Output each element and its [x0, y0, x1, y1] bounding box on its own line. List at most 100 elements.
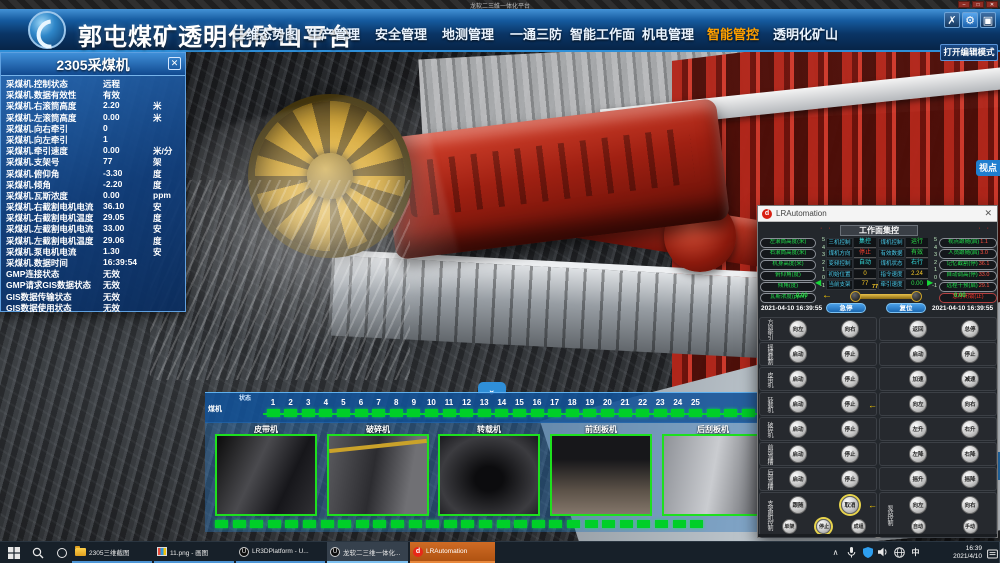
meter-button[interactable]: 左滚筒高度(米): [760, 238, 816, 248]
control-button[interactable]: 向右: [841, 320, 859, 338]
camera-thumbnail-5[interactable]: [662, 434, 764, 516]
control-button[interactable]: 右升: [961, 420, 979, 438]
close-button[interactable]: ✕: [986, 1, 998, 8]
lra-titlebar[interactable]: d LRAutomation ✕: [758, 206, 997, 222]
control-button[interactable]: 摇升: [909, 470, 927, 488]
control-button[interactable]: 停止: [841, 445, 859, 463]
scale-tick: 2: [817, 260, 825, 268]
cortana-icon[interactable]: [52, 545, 72, 561]
nav-item-3[interactable]: 安全管理: [375, 24, 427, 43]
control-button[interactable]: 启动: [909, 345, 927, 363]
ime-indicator[interactable]: 中: [909, 547, 922, 559]
control-button[interactable]: 加速: [909, 370, 927, 388]
control-button[interactable]: 自动: [911, 519, 926, 534]
control-button[interactable]: 停止: [841, 420, 859, 438]
action-center-icon[interactable]: [987, 547, 998, 563]
status-dash: [514, 520, 527, 528]
control-button[interactable]: 左升: [909, 420, 927, 438]
taskbar-app-4[interactable]: U龙软二三维一体化...: [327, 542, 408, 563]
nav-item-1[interactable]: 三维态势图: [233, 24, 298, 43]
meter-button[interactable]: 机身高度(米): [760, 260, 816, 270]
open-edit-mode-button[interactable]: 打开编辑模式: [940, 44, 998, 61]
control-button[interactable]: 启动: [789, 345, 807, 363]
control-button[interactable]: 启动: [789, 395, 807, 413]
nav-item-6[interactable]: 智能工作面: [570, 24, 635, 43]
nav-item-2[interactable]: 生产管理: [308, 24, 360, 43]
taskbar-app-1[interactable]: 2305三维截图: [72, 542, 152, 563]
control-button[interactable]: 单架: [782, 519, 797, 534]
control-button[interactable]: 启动: [789, 420, 807, 438]
control-button[interactable]: 减速: [961, 370, 979, 388]
panel-close-icon[interactable]: ✕: [168, 57, 181, 70]
control-button[interactable]: 启动: [789, 470, 807, 488]
meter-button[interactable]: 记忆截割(停)36.1: [939, 260, 997, 270]
reset-button[interactable]: 复位: [886, 303, 926, 313]
control-button[interactable]: 停止: [841, 345, 859, 363]
control-group: 支架跟机控制跟随取消单架停止成组: [759, 492, 877, 538]
start-button[interactable]: [4, 545, 24, 561]
control-button[interactable]: 停止: [841, 395, 859, 413]
control-button[interactable]: 启动: [789, 445, 807, 463]
control-button[interactable]: 停止: [961, 345, 979, 363]
meter-button[interactable]: 急停闭锁(止): [939, 293, 997, 303]
nav-item-9[interactable]: 透明化矿山: [773, 24, 838, 43]
meter-button[interactable]: 视点跟随(启)1.1: [939, 238, 997, 248]
tools-icon[interactable]: ✗: [944, 12, 960, 28]
status-dash: [461, 520, 474, 528]
taskbar-clock[interactable]: 16:39 2021/4/10: [953, 545, 982, 561]
estop-button[interactable]: 急停: [826, 303, 866, 313]
status-dash: [673, 520, 686, 528]
control-button[interactable]: 停止: [841, 470, 859, 488]
camera-thumbnail-2[interactable]: [327, 434, 429, 516]
taskbar-app-3[interactable]: ULR3DPlatform - U...: [236, 542, 325, 563]
taskbar-app-5[interactable]: dLRAutomation: [410, 542, 495, 563]
control-button[interactable]: 向右: [961, 496, 979, 514]
tray-expand-icon[interactable]: ∧: [829, 547, 842, 559]
security-shield-icon[interactable]: [861, 547, 874, 559]
control-button[interactable]: 停止: [841, 370, 859, 388]
control-button[interactable]: 手动: [963, 519, 978, 534]
control-button[interactable]: 返回: [909, 320, 927, 338]
meter-button[interactable]: 倾角(度): [760, 282, 816, 292]
meter-button[interactable]: 右滚筒高度(米): [760, 249, 816, 259]
fit-view-icon[interactable]: ▣: [980, 12, 996, 28]
control-button[interactable]: 停止: [816, 519, 831, 534]
meter-button[interactable]: 人员跟随(启)3.0: [939, 249, 997, 259]
telemetry-value: 远程: [103, 78, 120, 90]
control-button[interactable]: 摇降: [961, 470, 979, 488]
control-button[interactable]: 向左: [909, 395, 927, 413]
control-button[interactable]: 启动: [789, 370, 807, 388]
minimize-button[interactable]: –: [958, 1, 970, 8]
camera-thumbnail-1[interactable]: [215, 434, 317, 516]
camera-thumbnail-4[interactable]: [550, 434, 652, 516]
nav-item-5[interactable]: 一通三防: [510, 24, 562, 43]
search-icon[interactable]: [28, 545, 48, 561]
speaker-icon[interactable]: [877, 547, 890, 559]
control-button[interactable]: 左降: [909, 445, 927, 463]
meter-button[interactable]: 俯仰角(度): [760, 271, 816, 281]
meter-button[interactable]: 自动调高(停)33.0: [939, 271, 997, 281]
taskbar-app-2[interactable]: 11.png - 画图: [154, 542, 234, 563]
control-button[interactable]: 向左: [909, 496, 927, 514]
control-button[interactable]: 取消: [841, 496, 859, 514]
lra-close-icon[interactable]: ✕: [984, 208, 992, 219]
camera-thumbnail-3[interactable]: [438, 434, 540, 516]
microphone-icon[interactable]: [845, 547, 858, 559]
maximize-button[interactable]: □: [972, 1, 984, 8]
meter-button[interactable]: 远程干预(启)29.1: [939, 282, 997, 292]
nav-item-4[interactable]: 地测管理: [442, 24, 494, 43]
nav-item-7[interactable]: 机电管理: [642, 24, 694, 43]
nav-item-8[interactable]: 智能管控: [707, 24, 759, 43]
viewpoint-tab[interactable]: 视点: [976, 160, 1000, 176]
telemetry-value: 1: [103, 134, 108, 144]
control-button[interactable]: 跟随: [789, 496, 807, 514]
control-button[interactable]: 总停: [961, 320, 979, 338]
control-button[interactable]: 向右: [961, 395, 979, 413]
network-globe-icon[interactable]: [893, 547, 906, 559]
right-meter-buttons: 视点跟随(启)1.1人员跟随(启)3.0记忆截割(停)36.1自动调高(停)33…: [939, 238, 997, 303]
window-titlebar[interactable]: 龙软二三维一体化平台 – □ ✕: [0, 0, 1000, 9]
control-button[interactable]: 成组: [851, 519, 866, 534]
settings-icon[interactable]: ⚙: [962, 12, 978, 28]
control-button[interactable]: 右降: [961, 445, 979, 463]
control-button[interactable]: 向左: [789, 320, 807, 338]
